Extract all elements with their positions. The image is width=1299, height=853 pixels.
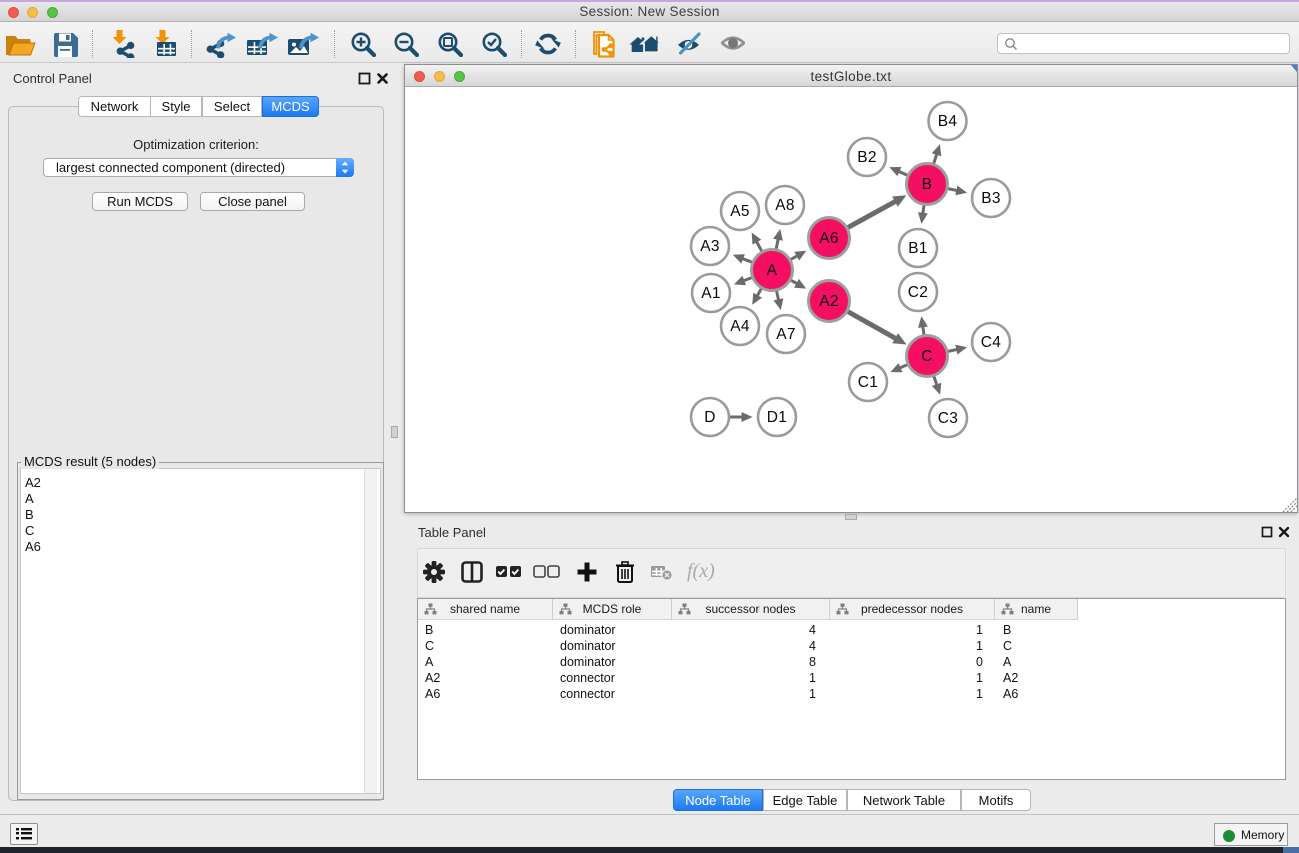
svg-text:B3: B3: [981, 190, 1001, 207]
svg-text:D1: D1: [767, 409, 787, 426]
svg-text:A7: A7: [776, 326, 796, 343]
svg-text:C2: C2: [908, 284, 928, 301]
svg-text:C3: C3: [938, 410, 958, 427]
svg-text:C: C: [921, 348, 933, 365]
svg-text:A1: A1: [701, 285, 721, 302]
svg-text:C4: C4: [981, 334, 1001, 351]
svg-text:C1: C1: [858, 374, 878, 391]
svg-text:B4: B4: [938, 113, 958, 130]
svg-text:B: B: [922, 176, 933, 193]
svg-text:A2: A2: [819, 293, 839, 310]
svg-text:A: A: [767, 262, 778, 279]
svg-text:B2: B2: [857, 149, 877, 166]
svg-text:A4: A4: [730, 318, 750, 335]
svg-text:B1: B1: [908, 240, 928, 257]
svg-text:A3: A3: [700, 238, 720, 255]
svg-text:A8: A8: [775, 197, 795, 214]
svg-text:A5: A5: [730, 203, 750, 220]
svg-text:D: D: [704, 409, 716, 426]
svg-text:A6: A6: [819, 230, 839, 247]
